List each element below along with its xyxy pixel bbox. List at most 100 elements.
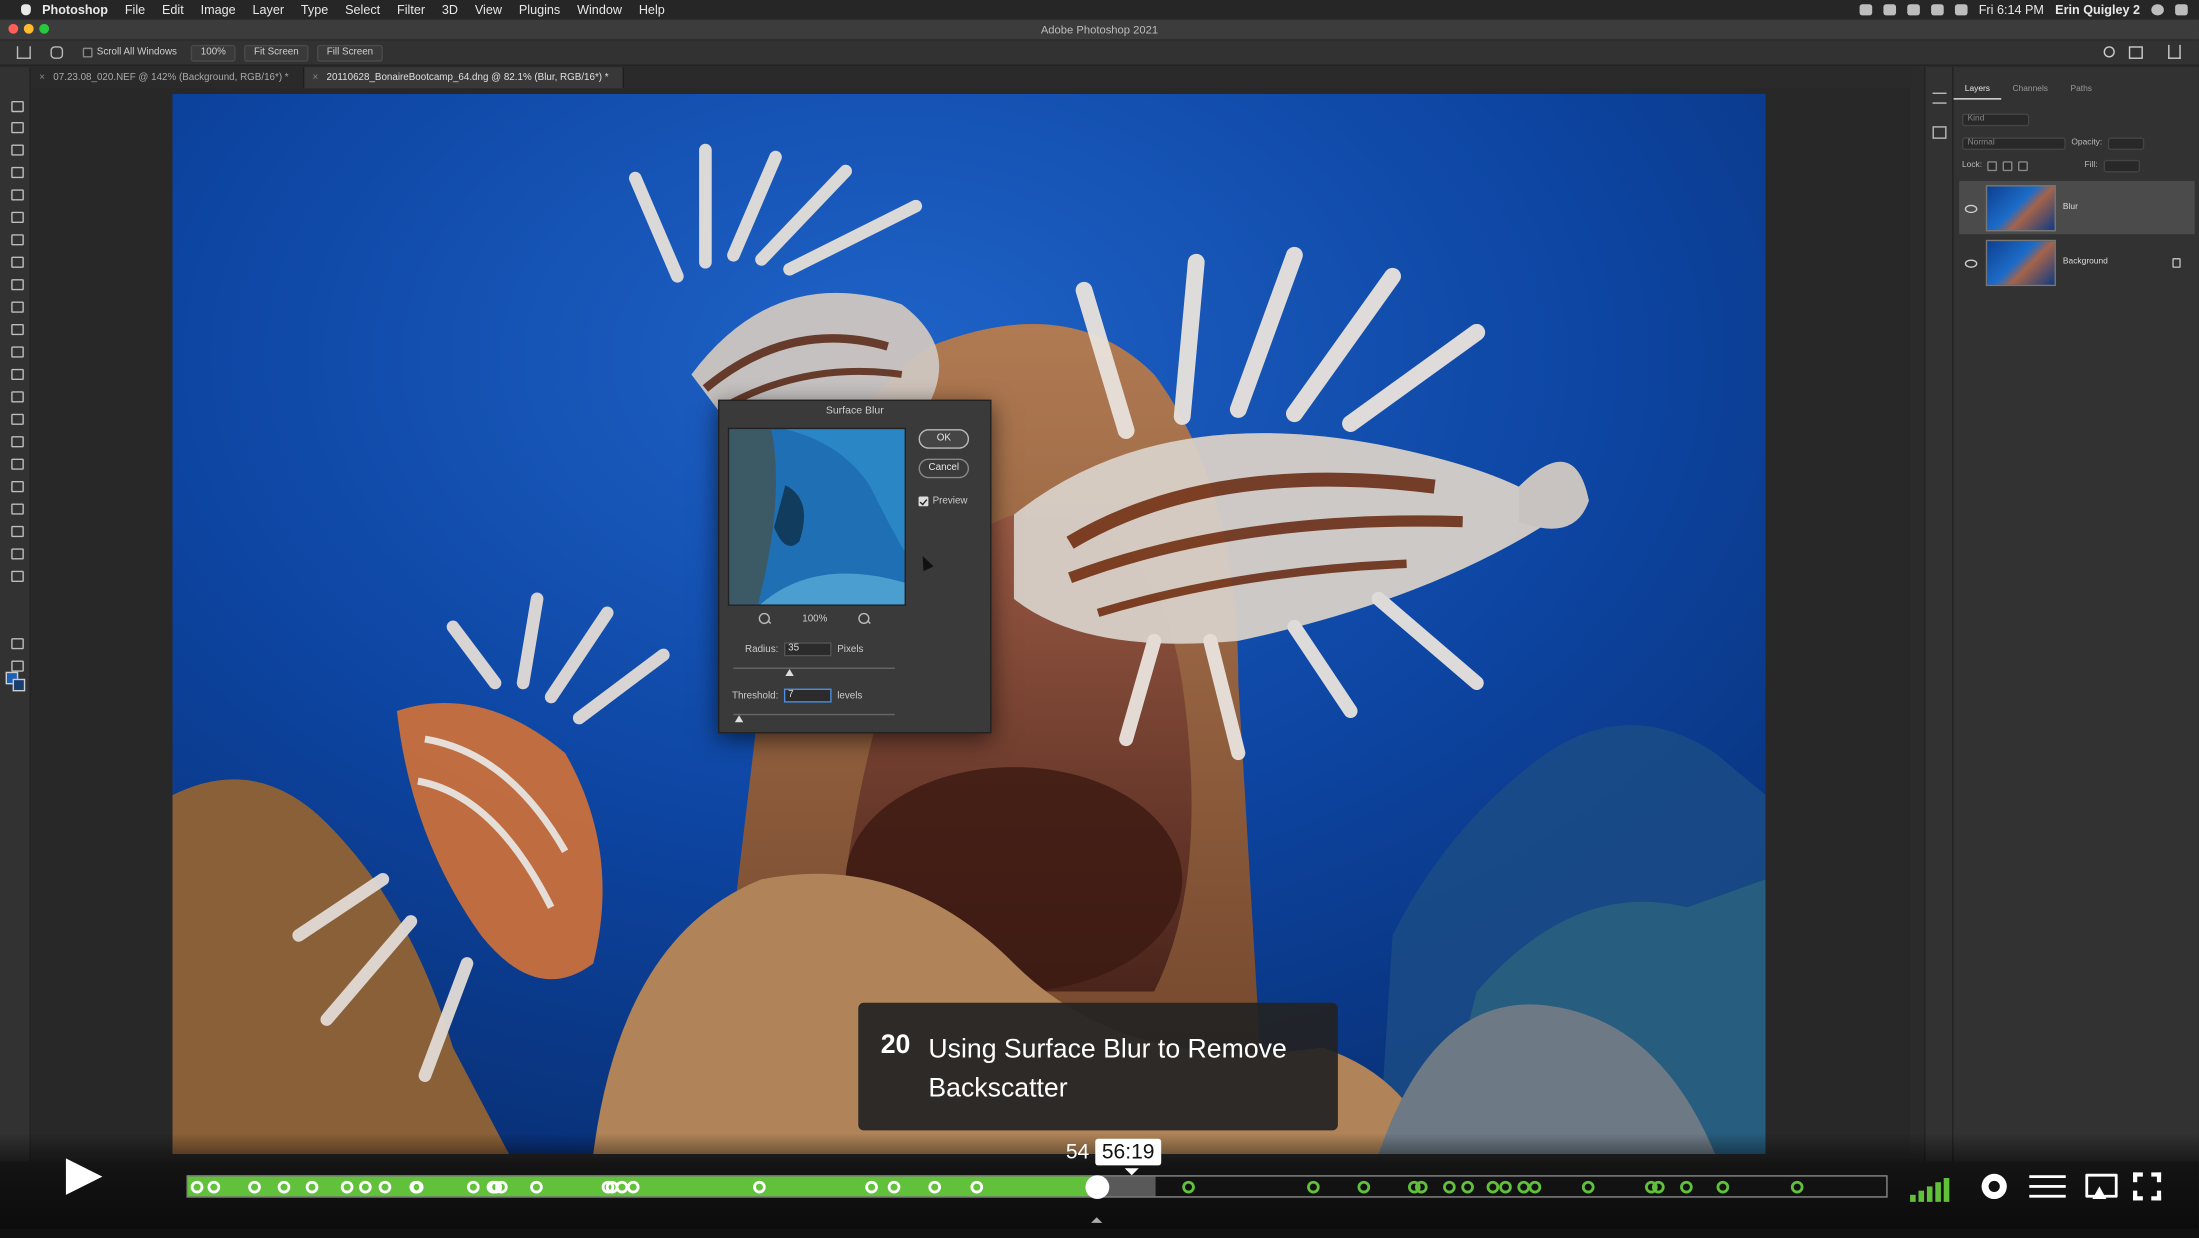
menu-help[interactable]: Help xyxy=(630,0,673,20)
tab-document-2[interactable]: 20110628_BonaireBootcamp_64.dng @ 82.1% … xyxy=(304,67,625,89)
apple-icon[interactable] xyxy=(17,0,34,20)
screen-mode-icon[interactable] xyxy=(8,658,24,672)
progress-bar[interactable] xyxy=(186,1175,1888,1200)
eraser-tool-icon[interactable] xyxy=(8,321,24,336)
chapter-marker[interactable] xyxy=(1581,1180,1595,1194)
chapter-marker[interactable] xyxy=(1442,1180,1456,1194)
more-tools-icon[interactable] xyxy=(8,568,24,582)
chapter-marker[interactable] xyxy=(970,1180,983,1194)
chapter-marker[interactable] xyxy=(1415,1180,1428,1194)
marquee-tool-icon[interactable] xyxy=(8,119,24,134)
menu-view[interactable]: View xyxy=(466,0,510,20)
playhead-scrubber[interactable] xyxy=(1085,1175,1110,1200)
menu-edit[interactable]: Edit xyxy=(154,0,193,20)
threshold-slider-track[interactable] xyxy=(733,713,895,716)
preview-checkbox[interactable]: Preview xyxy=(918,496,968,507)
chapter-marker[interactable] xyxy=(1182,1180,1196,1194)
pen-tool-icon[interactable] xyxy=(8,411,24,425)
background-color-swatch[interactable] xyxy=(12,678,26,692)
ok-button[interactable]: OK xyxy=(918,429,970,449)
wifi-icon[interactable] xyxy=(1954,4,1968,16)
bluetooth-icon[interactable] xyxy=(1931,4,1944,16)
hand-tool-icon[interactable] xyxy=(50,46,64,59)
move-tool-icon[interactable] xyxy=(8,98,24,113)
cloud-icon[interactable] xyxy=(1883,4,1896,16)
chapter-marker[interactable] xyxy=(358,1180,372,1194)
workspace-icon[interactable] xyxy=(2128,46,2143,59)
chevron-up-icon[interactable] xyxy=(1091,1217,1103,1223)
stamp-tool-icon[interactable] xyxy=(8,276,24,291)
chapter-marker[interactable] xyxy=(1790,1180,1804,1194)
fit-screen-button[interactable]: Fit Screen xyxy=(244,44,309,62)
tab-document-1[interactable]: 07.23.08_020.NEF @ 142% (Background, RGB… xyxy=(31,67,305,89)
chapter-marker[interactable] xyxy=(927,1180,941,1194)
healing-tool-icon[interactable] xyxy=(8,231,24,246)
quick-select-tool-icon[interactable] xyxy=(8,164,24,179)
tab-paths[interactable]: Paths xyxy=(2059,80,2103,100)
menu-window[interactable]: Window xyxy=(569,0,631,20)
zoom-100-button[interactable]: 100% xyxy=(190,44,236,62)
airplay-icon[interactable] xyxy=(2084,1171,2118,1202)
tab-channels[interactable]: Channels xyxy=(2001,80,2059,100)
menu-plugins[interactable]: Plugins xyxy=(510,0,568,20)
lock-all-icon[interactable] xyxy=(2018,160,2029,171)
chapter-marker[interactable] xyxy=(887,1180,900,1194)
zoom-in-icon[interactable] xyxy=(858,612,871,626)
dropbox-icon[interactable] xyxy=(1907,4,1920,16)
blur-tool-icon[interactable] xyxy=(8,366,24,381)
menu-filter[interactable]: Filter xyxy=(389,0,434,20)
frame-tool-icon[interactable] xyxy=(8,546,24,560)
chapter-marker[interactable] xyxy=(1651,1180,1664,1194)
chapter-marker[interactable] xyxy=(615,1180,628,1194)
threshold-input[interactable]: 7 xyxy=(783,688,832,703)
quick-mask-icon[interactable] xyxy=(8,635,24,650)
chapter-marker[interactable] xyxy=(1357,1180,1371,1194)
chapter-marker[interactable] xyxy=(277,1180,291,1194)
clock[interactable]: Fri 6:14 PM xyxy=(1979,3,2044,17)
control-center-icon[interactable] xyxy=(2175,4,2188,16)
fullscreen-icon[interactable] xyxy=(2133,1171,2162,1202)
display-icon[interactable] xyxy=(1859,4,1873,16)
chapter-marker[interactable] xyxy=(1461,1180,1474,1194)
zoom-out-icon[interactable] xyxy=(758,612,772,626)
threshold-slider-thumb[interactable] xyxy=(734,715,744,723)
blend-mode-select[interactable]: Normal xyxy=(1961,136,2066,150)
chapter-marker[interactable] xyxy=(1306,1180,1320,1194)
chapter-marker[interactable] xyxy=(865,1180,878,1194)
fill-screen-button[interactable]: Fill Screen xyxy=(316,44,383,62)
chapter-marker[interactable] xyxy=(1498,1180,1512,1194)
radius-input[interactable]: 35 xyxy=(783,642,832,657)
brush-tool-icon[interactable] xyxy=(8,254,24,268)
chapter-marker[interactable] xyxy=(1486,1180,1500,1194)
visibility-eye-icon[interactable] xyxy=(1963,255,1978,269)
radius-slider-track[interactable] xyxy=(733,667,895,669)
menu-select[interactable]: Select xyxy=(337,0,389,20)
crop-tool-icon[interactable] xyxy=(8,187,24,201)
eyedropper-tool-icon[interactable] xyxy=(8,209,24,223)
chapter-marker[interactable] xyxy=(1715,1180,1729,1194)
history-brush-tool-icon[interactable] xyxy=(8,299,24,313)
type-tool-icon[interactable] xyxy=(8,433,24,448)
filter-preview[interactable] xyxy=(727,427,906,606)
menu-layer[interactable]: Layer xyxy=(244,0,292,20)
search-icon[interactable] xyxy=(2103,46,2115,58)
user-name[interactable]: Erin Quigley 2 xyxy=(2055,3,2140,17)
fill-field[interactable] xyxy=(2103,159,2140,172)
lock-pixels-icon[interactable] xyxy=(1987,160,1998,171)
chapter-marker[interactable] xyxy=(190,1180,204,1194)
menu-file[interactable]: File xyxy=(116,0,153,20)
hand-tool-icon[interactable] xyxy=(8,501,24,515)
layer-row-blur[interactable]: Blur xyxy=(1959,180,2195,235)
chapter-marker[interactable] xyxy=(752,1180,766,1194)
cancel-button[interactable]: Cancel xyxy=(918,458,970,479)
share-icon[interactable] xyxy=(2168,44,2181,59)
play-button[interactable] xyxy=(65,1158,103,1195)
spotlight-icon[interactable] xyxy=(2151,4,2164,16)
opacity-field[interactable] xyxy=(2107,136,2145,150)
settings-gear-icon[interactable] xyxy=(1979,1171,2010,1202)
visibility-eye-icon[interactable] xyxy=(1963,201,1978,215)
menu-type[interactable]: Type xyxy=(292,0,336,20)
layer-row-background[interactable]: Background xyxy=(1959,236,2195,289)
scroll-all-windows-checkbox[interactable]: Scroll All Windows xyxy=(82,47,177,58)
chapter-marker[interactable] xyxy=(1680,1180,1693,1194)
